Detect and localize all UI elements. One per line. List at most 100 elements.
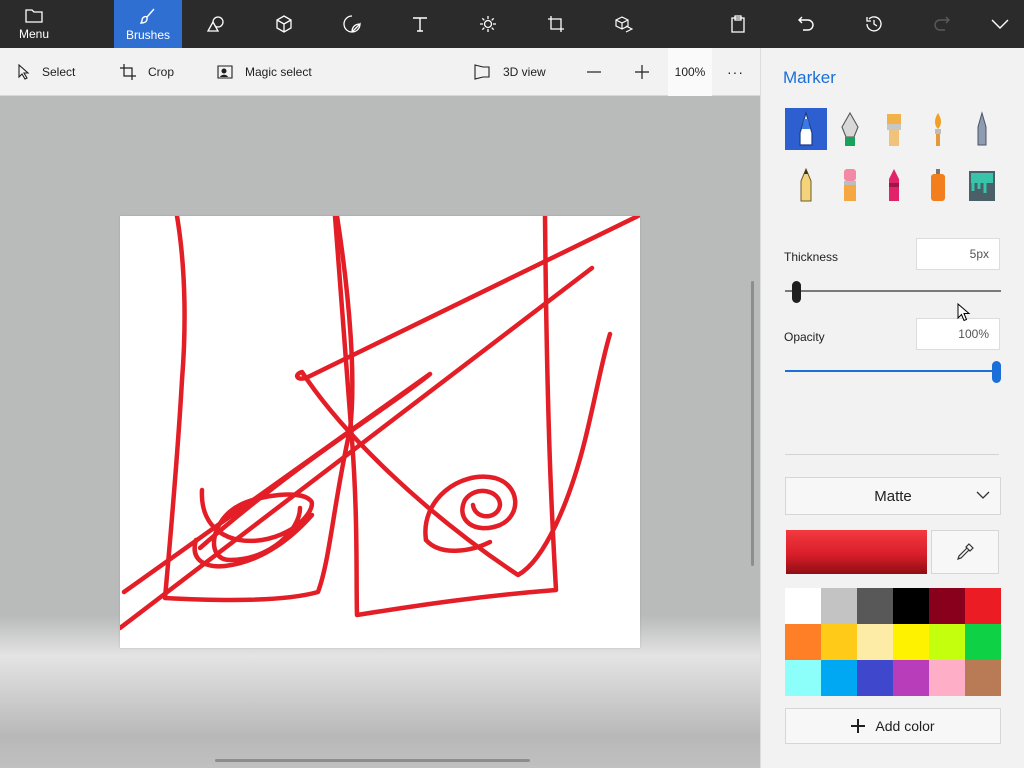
select-cursor-icon — [18, 64, 30, 80]
text-button[interactable] — [396, 0, 444, 48]
history-button[interactable] — [850, 0, 898, 48]
mouse-cursor-icon — [957, 303, 971, 322]
color-palette — [785, 588, 1001, 696]
color-swatch[interactable] — [893, 588, 929, 624]
zoom-in-button[interactable] — [634, 48, 662, 96]
canvas-icon — [548, 16, 564, 32]
watercolor-brush-icon — [935, 113, 941, 146]
marker-brush-button[interactable] — [785, 108, 827, 150]
crop-label: Crop — [148, 65, 175, 79]
color-swatch[interactable] — [785, 624, 821, 660]
history-icon — [866, 16, 882, 32]
color-swatch[interactable] — [965, 660, 1001, 696]
current-color-swatch[interactable] — [786, 530, 927, 574]
oil-brush-button[interactable] — [873, 108, 915, 150]
calligraphy-pen-button[interactable] — [829, 108, 871, 150]
magic-select-icon — [217, 65, 233, 79]
crayon-icon — [889, 169, 899, 201]
oil-brush-icon — [887, 114, 901, 146]
zoom-out-button[interactable] — [586, 48, 614, 96]
opacity-fill — [785, 370, 997, 372]
color-swatch[interactable] — [821, 660, 857, 696]
eraser-icon — [844, 169, 856, 201]
color-swatch[interactable] — [965, 624, 1001, 660]
canvas-button[interactable] — [532, 0, 580, 48]
folder-icon — [25, 8, 43, 23]
color-swatch[interactable] — [857, 660, 893, 696]
selection-toolbar: Select Crop Magic select 3D view 100% ··… — [0, 48, 760, 96]
color-swatch[interactable] — [785, 660, 821, 696]
menu-button[interactable]: Menu — [0, 0, 68, 48]
spray-can-button[interactable] — [917, 164, 959, 206]
color-swatch[interactable] — [893, 624, 929, 660]
crop-button[interactable]: Crop — [120, 48, 174, 96]
fill-bucket-icon — [969, 171, 995, 201]
redo-button[interactable] — [918, 0, 966, 48]
workspace — [0, 96, 760, 768]
minus-icon — [587, 71, 601, 73]
crop-icon — [120, 64, 136, 80]
add-color-label: Add color — [875, 718, 935, 734]
thickness-input[interactable]: 5px — [916, 238, 1000, 270]
more-options-button[interactable]: ··· — [727, 48, 744, 96]
finish-dropdown[interactable]: Matte — [785, 477, 1001, 515]
zoom-level[interactable]: 100% — [668, 48, 712, 96]
stickers-icon — [343, 15, 361, 33]
calligraphy-pen-icon — [841, 111, 859, 146]
3d-view-label: 3D view — [503, 65, 546, 79]
3d-view-icon — [474, 64, 490, 80]
thickness-thumb[interactable] — [792, 281, 801, 303]
color-swatch[interactable] — [965, 588, 1001, 624]
horizontal-scrollbar[interactable] — [215, 759, 530, 762]
undo-button[interactable] — [782, 0, 830, 48]
color-swatch[interactable] — [785, 588, 821, 624]
opacity-thumb[interactable] — [992, 361, 1001, 383]
expand-button[interactable] — [976, 0, 1024, 48]
eraser-button[interactable] — [829, 164, 871, 206]
color-swatch[interactable] — [821, 588, 857, 624]
3d-shapes-button[interactable] — [260, 0, 308, 48]
color-swatch[interactable] — [857, 624, 893, 660]
thickness-label: Thickness — [784, 250, 839, 264]
effects-button[interactable] — [464, 0, 512, 48]
drawing-canvas[interactable] — [120, 216, 640, 648]
redo-icon — [934, 16, 950, 31]
text-icon — [413, 17, 427, 32]
color-swatch[interactable] — [929, 588, 965, 624]
3d-library-button[interactable] — [600, 0, 648, 48]
3d-view-button[interactable]: 3D view — [473, 48, 546, 96]
undo-icon — [798, 16, 814, 31]
eyedropper-button[interactable] — [931, 530, 999, 574]
drawing-strokes — [120, 216, 640, 631]
thickness-slider[interactable] — [785, 281, 1001, 303]
brushes-tab[interactable]: Brushes — [114, 0, 182, 48]
pixel-pen-button[interactable] — [961, 108, 1003, 150]
magic-select-button[interactable]: Magic select — [217, 48, 312, 96]
vertical-scrollbar[interactable] — [751, 281, 754, 566]
stickers-button[interactable] — [328, 0, 376, 48]
brush-panel: Marker Thickness 5px Opacity 100% Matte … — [760, 48, 1024, 768]
3d-shapes-icon — [276, 15, 292, 33]
watercolor-brush-button[interactable] — [917, 108, 959, 150]
color-swatch[interactable] — [929, 624, 965, 660]
fill-button[interactable] — [961, 164, 1003, 206]
select-button[interactable]: Select — [18, 48, 75, 96]
opacity-label: Opacity — [784, 330, 825, 344]
paste-button[interactable] — [714, 0, 762, 48]
panel-title: Marker — [783, 68, 836, 87]
opacity-slider[interactable] — [785, 361, 1001, 383]
color-swatch[interactable] — [857, 588, 893, 624]
paste-icon — [731, 15, 745, 33]
color-swatch[interactable] — [929, 660, 965, 696]
color-swatch[interactable] — [893, 660, 929, 696]
add-color-button[interactable]: Add color — [785, 708, 1001, 744]
2d-shapes-button[interactable] — [192, 0, 240, 48]
expand-icon — [991, 19, 1009, 29]
menu-label: Menu — [18, 26, 50, 41]
eyedropper-icon — [957, 543, 974, 560]
pencil-button[interactable] — [785, 164, 827, 206]
thickness-track — [785, 290, 1001, 292]
3d-library-icon — [615, 16, 633, 33]
color-swatch[interactable] — [821, 624, 857, 660]
crayon-button[interactable] — [873, 164, 915, 206]
